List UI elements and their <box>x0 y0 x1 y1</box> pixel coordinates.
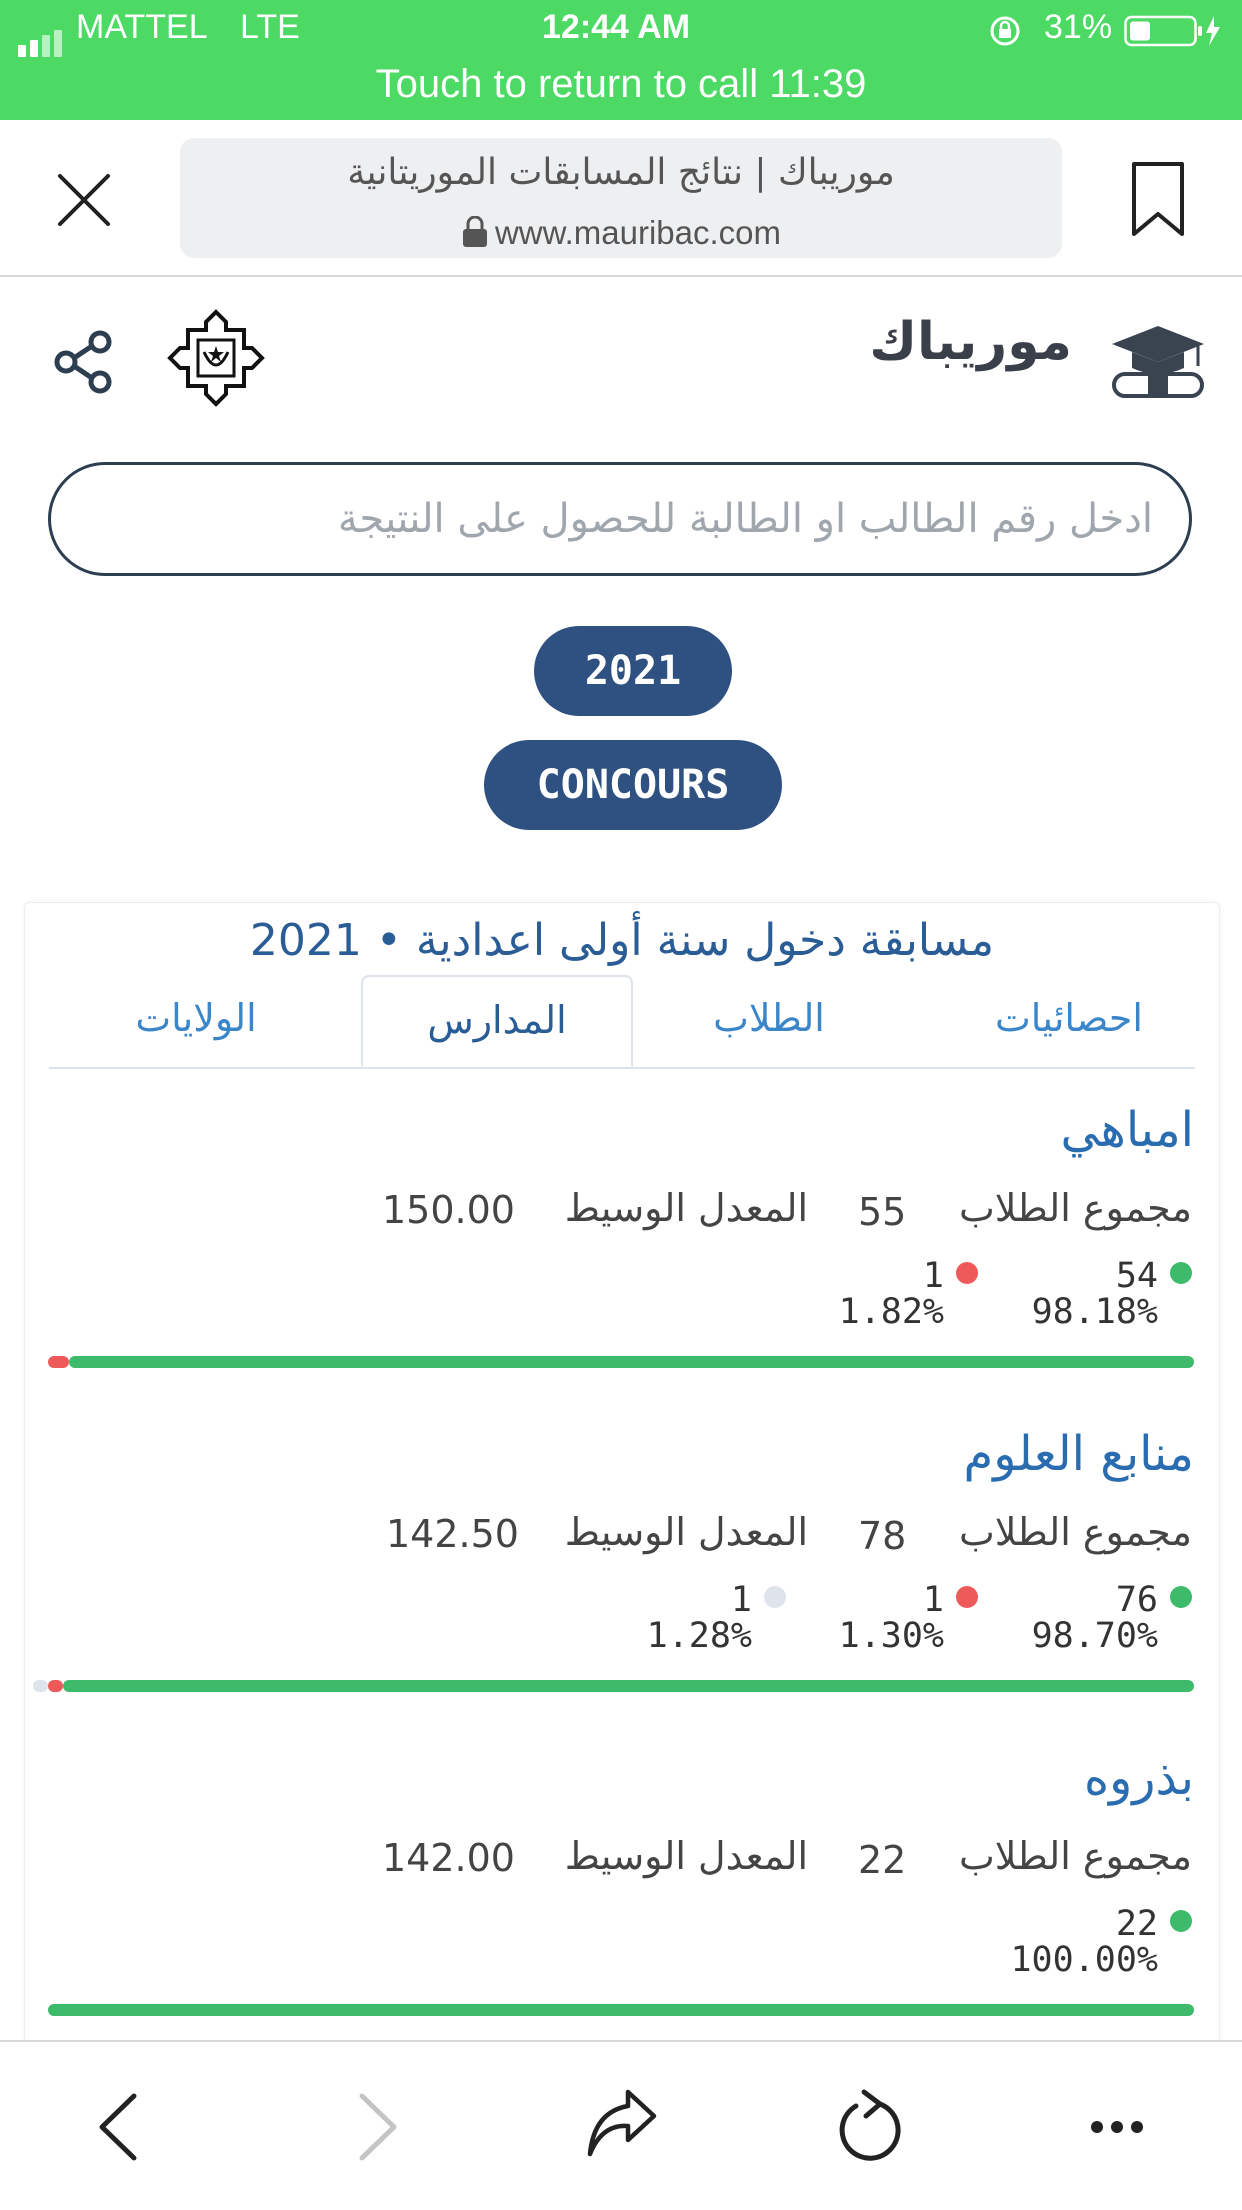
tab-statistics[interactable]: احصائيات <box>949 975 1189 1067</box>
share-icon[interactable] <box>52 330 116 394</box>
result-bar-segment <box>33 1680 48 1692</box>
share-page-icon[interactable] <box>584 2086 658 2160</box>
url-value: www.mauribac.com <box>494 214 782 251</box>
average-value: 142.50 <box>386 1512 519 1556</box>
average-value: 150.00 <box>382 1188 515 1232</box>
result-bar-segment <box>68 1356 1194 1368</box>
tab-students[interactable]: الطلاب <box>649 975 889 1067</box>
success-dot <box>1170 1910 1192 1932</box>
success-count: 54 <box>1115 1256 1158 1296</box>
national-emblem-icon <box>167 309 265 407</box>
tab-regions[interactable]: الولايات <box>49 975 343 1067</box>
carrier-name: MATTEL <box>76 8 208 46</box>
more-options-icon[interactable] <box>1090 2120 1144 2134</box>
rotation-lock-icon <box>990 16 1020 46</box>
return-to-call-banner[interactable]: Touch to return to call 11:39 <box>0 62 1242 107</box>
result-bar-segment <box>48 1680 63 1692</box>
forward-icon[interactable] <box>356 2092 400 2162</box>
success-count: 22 <box>1115 1904 1158 1944</box>
tab-schools[interactable]: المدارس <box>361 975 633 1067</box>
school-name[interactable]: امباهي <box>1061 1102 1194 1158</box>
bookmark-icon[interactable] <box>1130 160 1186 238</box>
browser-top-bar: موريباك | نتائج المسابقات الموريتانية ww… <box>0 120 1242 277</box>
success-dot <box>1170 1262 1192 1284</box>
success-percent: 100.00% <box>1010 1940 1158 1980</box>
page-title: موريباك | نتائج المسابقات الموريتانية <box>347 152 895 193</box>
address-bar[interactable]: موريباك | نتائج المسابقات الموريتانية ww… <box>180 138 1062 258</box>
fail-percent: 1.30% <box>838 1616 944 1656</box>
school-name[interactable]: بذروه <box>1084 1750 1194 1806</box>
fail-dot <box>956 1586 978 1608</box>
fail-percent: 1.82% <box>838 1292 944 1332</box>
average-label: المعدل الوسيط <box>564 1186 808 1230</box>
average-label: المعدل الوسيط <box>564 1510 808 1554</box>
student-number-input[interactable] <box>91 483 1155 555</box>
search-box[interactable] <box>48 462 1192 576</box>
absent-count: 1 <box>730 1580 752 1620</box>
result-bar <box>48 2004 1194 2016</box>
status-bar: MATTEL LTE 12:44 AM 31% Touch to return … <box>0 0 1242 120</box>
back-icon[interactable] <box>96 2092 140 2162</box>
result-bar-segment <box>48 2004 1194 2016</box>
graduation-cap-icon <box>1112 326 1204 398</box>
total-students-label: مجموع الطلاب <box>959 1510 1192 1554</box>
total-students-label: مجموع الطلاب <box>959 1186 1192 1230</box>
success-dot <box>1170 1586 1192 1608</box>
total-students-value: 22 <box>858 1838 907 1882</box>
card-title: مسابقة دخول سنة أولى اعدادية • 2021 <box>249 915 995 966</box>
battery-icon <box>1124 15 1220 47</box>
success-count: 76 <box>1115 1580 1158 1620</box>
fail-dot <box>956 1262 978 1284</box>
average-value: 142.00 <box>382 1836 515 1880</box>
brand-name: موريباك <box>869 312 1072 372</box>
result-bar-segment <box>62 1680 1194 1692</box>
year-filter-button[interactable]: 2021 <box>534 626 732 716</box>
browser-toolbar <box>0 2040 1242 2210</box>
result-bar-segment <box>48 1356 69 1368</box>
success-percent: 98.70% <box>1031 1616 1158 1656</box>
absent-dot <box>764 1586 786 1608</box>
tab-bar: احصائيات الطلاب المدارس الولايات <box>49 975 1195 1069</box>
signal-icon <box>18 18 66 57</box>
average-label: المعدل الوسيط <box>564 1834 808 1878</box>
url-text: www.mauribac.com <box>180 214 1062 252</box>
network-type: LTE <box>240 8 300 46</box>
battery-percent: 31% <box>1044 8 1113 46</box>
exam-type-button[interactable]: CONCOURS <box>484 740 782 830</box>
result-bar <box>33 1680 1194 1692</box>
total-students-value: 78 <box>858 1514 907 1558</box>
result-bar <box>48 1356 1194 1368</box>
total-students-label: مجموع الطلاب <box>959 1834 1192 1878</box>
reload-icon[interactable] <box>834 2086 906 2166</box>
clock: 12:44 AM <box>542 8 691 46</box>
success-percent: 98.18% <box>1031 1292 1158 1332</box>
total-students-value: 55 <box>858 1190 907 1234</box>
fail-count: 1 <box>922 1256 944 1296</box>
close-icon[interactable] <box>56 172 112 228</box>
absent-percent: 1.28% <box>646 1616 752 1656</box>
school-name[interactable]: منابع العلوم <box>963 1426 1194 1482</box>
lock-icon <box>462 215 487 247</box>
